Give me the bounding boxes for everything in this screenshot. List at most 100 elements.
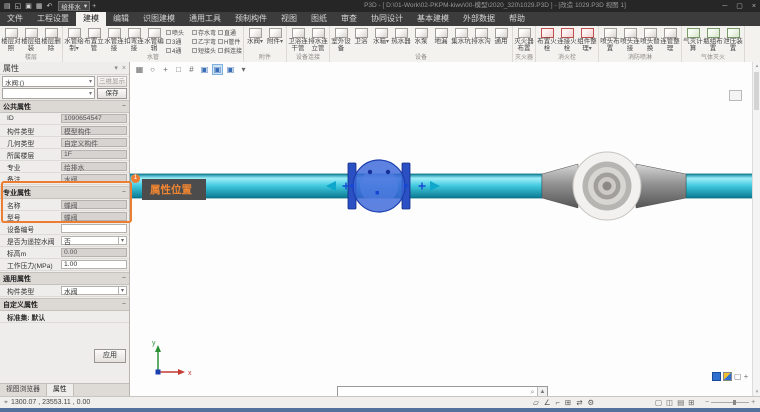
ribbon-small-item[interactable]: 3通 <box>166 37 190 46</box>
ribbon-button[interactable]: 地漏 <box>431 27 451 45</box>
menu-tab-1[interactable]: 文件 <box>0 12 30 26</box>
ribbon-small-item[interactable]: 喷头 <box>166 28 190 37</box>
save-icon[interactable]: ▣ <box>25 2 32 10</box>
wireframe-view-icon[interactable]: ▣ <box>199 64 210 75</box>
property-value[interactable]: 否▾ <box>61 236 127 245</box>
polar-icon[interactable]: ⌐ <box>556 398 560 407</box>
viewport-scrollbar[interactable]: ▴ ▾ <box>752 62 760 396</box>
menu-tab-8[interactable]: 视图 <box>274 12 304 26</box>
chevron-down-icon[interactable]: ▾ <box>118 287 124 294</box>
menu-tab-10[interactable]: 审查 <box>334 12 364 26</box>
new-file-icon[interactable]: ▤ <box>4 2 11 10</box>
menu-tab-5[interactable]: 识图建模 <box>136 12 182 26</box>
ribbon-button[interactable]: 通用 <box>491 27 511 45</box>
panel-tab-active[interactable]: 属性 <box>47 384 74 396</box>
ribbon-button[interactable]: 扣弯连接 <box>124 27 144 52</box>
ribbon-small-item[interactable]: 斜连接 <box>218 46 242 55</box>
command-input[interactable] <box>338 388 528 397</box>
ribbon-button[interactable]: 水管编辑 <box>144 27 164 52</box>
menu-tab-2[interactable]: 工程设置 <box>30 12 76 26</box>
property-value[interactable] <box>61 224 127 233</box>
ortho-icon[interactable]: ∠ <box>544 398 551 407</box>
collapse-icon[interactable]: − <box>122 275 126 282</box>
save-button[interactable]: 保存 <box>97 88 127 99</box>
preset-combo[interactable]: ▾ <box>2 88 95 99</box>
grid-icon[interactable]: # <box>186 64 197 75</box>
ribbon-button[interactable]: 热水器 <box>391 27 411 45</box>
single-viewport-icon[interactable]: ▢ <box>655 398 662 407</box>
fullnav-icon[interactable]: + <box>744 372 749 381</box>
ribbon-button[interactable]: 布置火栓 <box>537 27 557 52</box>
undo-icon[interactable]: ↶ <box>47 2 53 10</box>
ribbon-button[interactable]: 水箱▾ <box>371 27 391 45</box>
ribbon-button[interactable]: 卫浴连干管 <box>288 27 308 52</box>
discipline-combo[interactable]: 给排水 ▾ <box>58 1 90 11</box>
scroll-down-icon[interactable]: ▾ <box>753 388 760 396</box>
scrollbar-thumb[interactable] <box>754 72 759 110</box>
ribbon-small-item[interactable]: 乙字弯 <box>192 37 216 46</box>
ribbon-button[interactable]: 楼层对照 <box>1 27 21 52</box>
ribbon-small-item[interactable]: 4通 <box>166 46 190 55</box>
apply-button[interactable]: 应用 <box>94 349 126 363</box>
zoom-out-button[interactable]: − <box>705 399 709 406</box>
menu-tab-12[interactable]: 基本建模 <box>410 12 456 26</box>
scroll-up-icon[interactable]: ▴ <box>753 62 760 70</box>
ribbon-button[interactable]: 喷头替换 <box>640 27 660 52</box>
layer-icon[interactable]: ▱ <box>533 398 539 407</box>
settings-icon[interactable]: ⚙ <box>588 398 595 407</box>
ribbon-button[interactable]: 集水坑 <box>451 27 471 45</box>
panel-tab-other[interactable]: 视图浏览器 <box>0 384 47 396</box>
ribbon-small-item[interactable]: H管件 <box>218 37 242 46</box>
menu-tab-4[interactable]: 编辑 <box>106 12 136 26</box>
ribbon-button[interactable]: 连接火栓 <box>557 27 577 52</box>
orbit-icon[interactable]: ○ <box>147 64 158 75</box>
close-button[interactable]: × <box>752 3 756 10</box>
compass-icon[interactable] <box>723 372 732 381</box>
shaded-view-icon[interactable]: ▣ <box>212 64 223 75</box>
panel-close-icon[interactable]: × <box>122 65 126 72</box>
section-header[interactable]: 通用属性− <box>0 272 129 285</box>
ribbon-button[interactable]: 楼层组装 <box>21 27 41 52</box>
ribbon-button[interactable]: 喷头连接 <box>620 27 640 52</box>
menu-tab-7[interactable]: 预制构件 <box>228 12 274 26</box>
realistic-view-icon[interactable]: ▣ <box>225 64 236 75</box>
ribbon-button[interactable]: 喷头布置 <box>600 27 620 52</box>
select-box-icon[interactable]: ▦ <box>134 64 145 75</box>
ribbon-button[interactable]: 水管连接 <box>104 27 124 52</box>
maximize-button[interactable]: ▢ <box>736 2 743 10</box>
view-style-dropdown-icon[interactable]: ▾ <box>238 64 249 75</box>
property-value[interactable]: 水阀▾ <box>61 286 127 295</box>
ribbon-button[interactable]: 布置立管 <box>84 27 104 52</box>
zoom-window-icon[interactable]: □ <box>173 64 184 75</box>
viewcube-icon[interactable] <box>712 372 721 381</box>
ribbon-button[interactable]: 排水连立管 <box>308 27 328 52</box>
track-icon[interactable]: ⇄ <box>576 398 582 407</box>
ribbon-small-item[interactable]: 直通 <box>218 28 242 37</box>
add-discipline-button[interactable]: + <box>92 3 96 10</box>
property-value[interactable]: 1.00 <box>61 260 127 269</box>
viewport-mini-button[interactable] <box>729 90 742 101</box>
ribbon-button[interactable]: 排水沟 <box>471 27 491 45</box>
quad-viewport-icon[interactable]: ⊞ <box>688 398 694 407</box>
ribbon-button[interactable]: 泄压装置 <box>723 27 743 52</box>
menu-tab-11[interactable]: 协同设计 <box>364 12 410 26</box>
ribbon-small-item[interactable]: 存水弯 <box>192 28 216 37</box>
list-viewport-icon[interactable]: ▤ <box>677 398 684 407</box>
model-viewport[interactable]: y x ▦○+□#▣▣▣▾ ▴ ▾ ⌕ ▲ ▢+ <box>130 62 760 396</box>
ribbon-button[interactable]: 瓶组布置 <box>703 27 723 52</box>
ucs-icon[interactable]: ▢ <box>734 372 742 381</box>
save-all-icon[interactable]: ▦ <box>36 2 43 10</box>
panel-menu-icon[interactable]: ▾ <box>114 64 118 72</box>
ribbon-button[interactable]: 灭火器布置 <box>514 27 534 52</box>
ribbon-button[interactable]: 气灭计算 <box>683 27 703 52</box>
ribbon-button[interactable]: 水阀▾ <box>245 27 265 45</box>
ribbon-button[interactable]: 楼层删除 <box>41 27 61 52</box>
ribbon-small-item[interactable]: 短接头 <box>192 46 216 55</box>
menu-tab-3[interactable]: 建模 <box>76 12 106 26</box>
collapse-icon[interactable]: − <box>122 301 126 308</box>
zoom-in-button[interactable]: + <box>751 399 755 406</box>
split-viewport-icon[interactable]: ◫ <box>666 398 673 407</box>
expand-command-history-icon[interactable]: ▲ <box>537 387 547 396</box>
pan-icon[interactable]: + <box>160 64 171 75</box>
view3d-button[interactable]: 三维显示 <box>97 76 127 87</box>
